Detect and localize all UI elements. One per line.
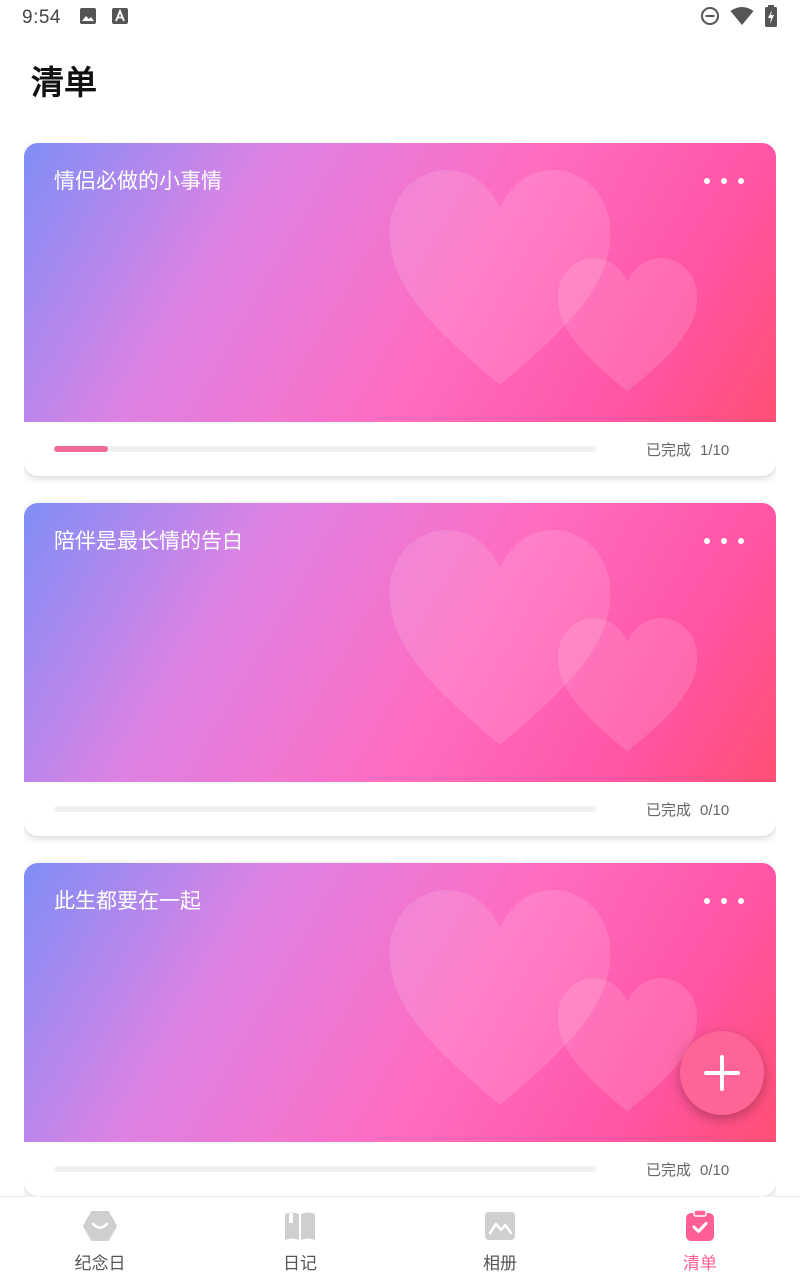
more-options-icon[interactable] — [704, 889, 744, 913]
card-title: 陪伴是最长情的告白 — [54, 529, 243, 553]
card-banner: 此生都要在一起 — [24, 863, 776, 1142]
progress-count: 0/10 — [700, 802, 730, 819]
list-card[interactable]: 情侣必做的小事情 已完成 1/10 — [24, 143, 776, 476]
wifi-icon — [730, 6, 754, 31]
card-footer: 已完成 0/10 — [24, 782, 776, 836]
image-notification-icon — [79, 7, 97, 30]
checklist-icon — [683, 1209, 717, 1243]
list-card[interactable]: 此生都要在一起 已完成 0/10 — [24, 863, 776, 1196]
progress-text: 已完成 0/10 — [646, 799, 729, 820]
checklist-list: 情侣必做的小事情 已完成 1/10 陪伴是最长情的告白 已完成 0/10 此生都… — [24, 143, 776, 1196]
status-time: 9:54 — [22, 7, 61, 28]
more-options-icon[interactable] — [704, 529, 744, 553]
plus-icon — [704, 1055, 740, 1091]
nav-item-anniversary[interactable]: 纪念日 — [0, 1197, 200, 1280]
bottom-nav: 纪念日 日记 相册 清单 — [0, 1196, 800, 1280]
diary-book-icon — [283, 1209, 317, 1243]
progress-label: 已完成 — [646, 801, 692, 819]
nav-item-album[interactable]: 相册 — [400, 1197, 600, 1280]
card-banner: 陪伴是最长情的告白 — [24, 503, 776, 782]
text-notification-icon — [111, 7, 129, 30]
progress-bar — [54, 446, 596, 452]
card-title: 此生都要在一起 — [54, 889, 201, 913]
progress-label: 已完成 — [646, 441, 692, 459]
progress-count: 0/10 — [700, 1162, 730, 1179]
progress-fill — [54, 446, 109, 452]
nav-label: 纪念日 — [74, 1254, 126, 1274]
progress-bar — [54, 1166, 596, 1172]
hearts-decoration-icon — [389, 890, 698, 1112]
nav-label: 日记 — [283, 1254, 317, 1274]
hearts-decoration-icon — [389, 530, 698, 752]
card-title: 情侣必做的小事情 — [54, 169, 222, 193]
status-bar: 9:54 — [0, 0, 800, 36]
album-photo-icon — [483, 1209, 517, 1243]
nav-item-diary[interactable]: 日记 — [200, 1197, 400, 1280]
add-list-button[interactable] — [680, 1031, 764, 1115]
progress-text: 已完成 0/10 — [646, 1159, 729, 1180]
more-options-icon[interactable] — [704, 169, 744, 193]
progress-text: 已完成 1/10 — [646, 439, 729, 460]
page-title: 清单 — [31, 63, 97, 102]
hearts-decoration-icon — [389, 170, 698, 392]
progress-bar — [54, 806, 596, 812]
card-banner: 情侣必做的小事情 — [24, 143, 776, 422]
list-card[interactable]: 陪伴是最长情的告白 已完成 0/10 — [24, 503, 776, 836]
do-not-disturb-icon — [700, 6, 720, 31]
card-footer: 已完成 1/10 — [24, 422, 776, 476]
nav-item-checklist[interactable]: 清单 — [600, 1197, 800, 1280]
progress-count: 1/10 — [700, 442, 730, 459]
nav-label: 清单 — [683, 1254, 717, 1274]
anniversary-icon — [83, 1209, 117, 1243]
card-footer: 已完成 0/10 — [24, 1142, 776, 1196]
nav-label: 相册 — [483, 1254, 517, 1274]
battery-charging-icon — [764, 4, 778, 32]
progress-label: 已完成 — [646, 1161, 692, 1179]
